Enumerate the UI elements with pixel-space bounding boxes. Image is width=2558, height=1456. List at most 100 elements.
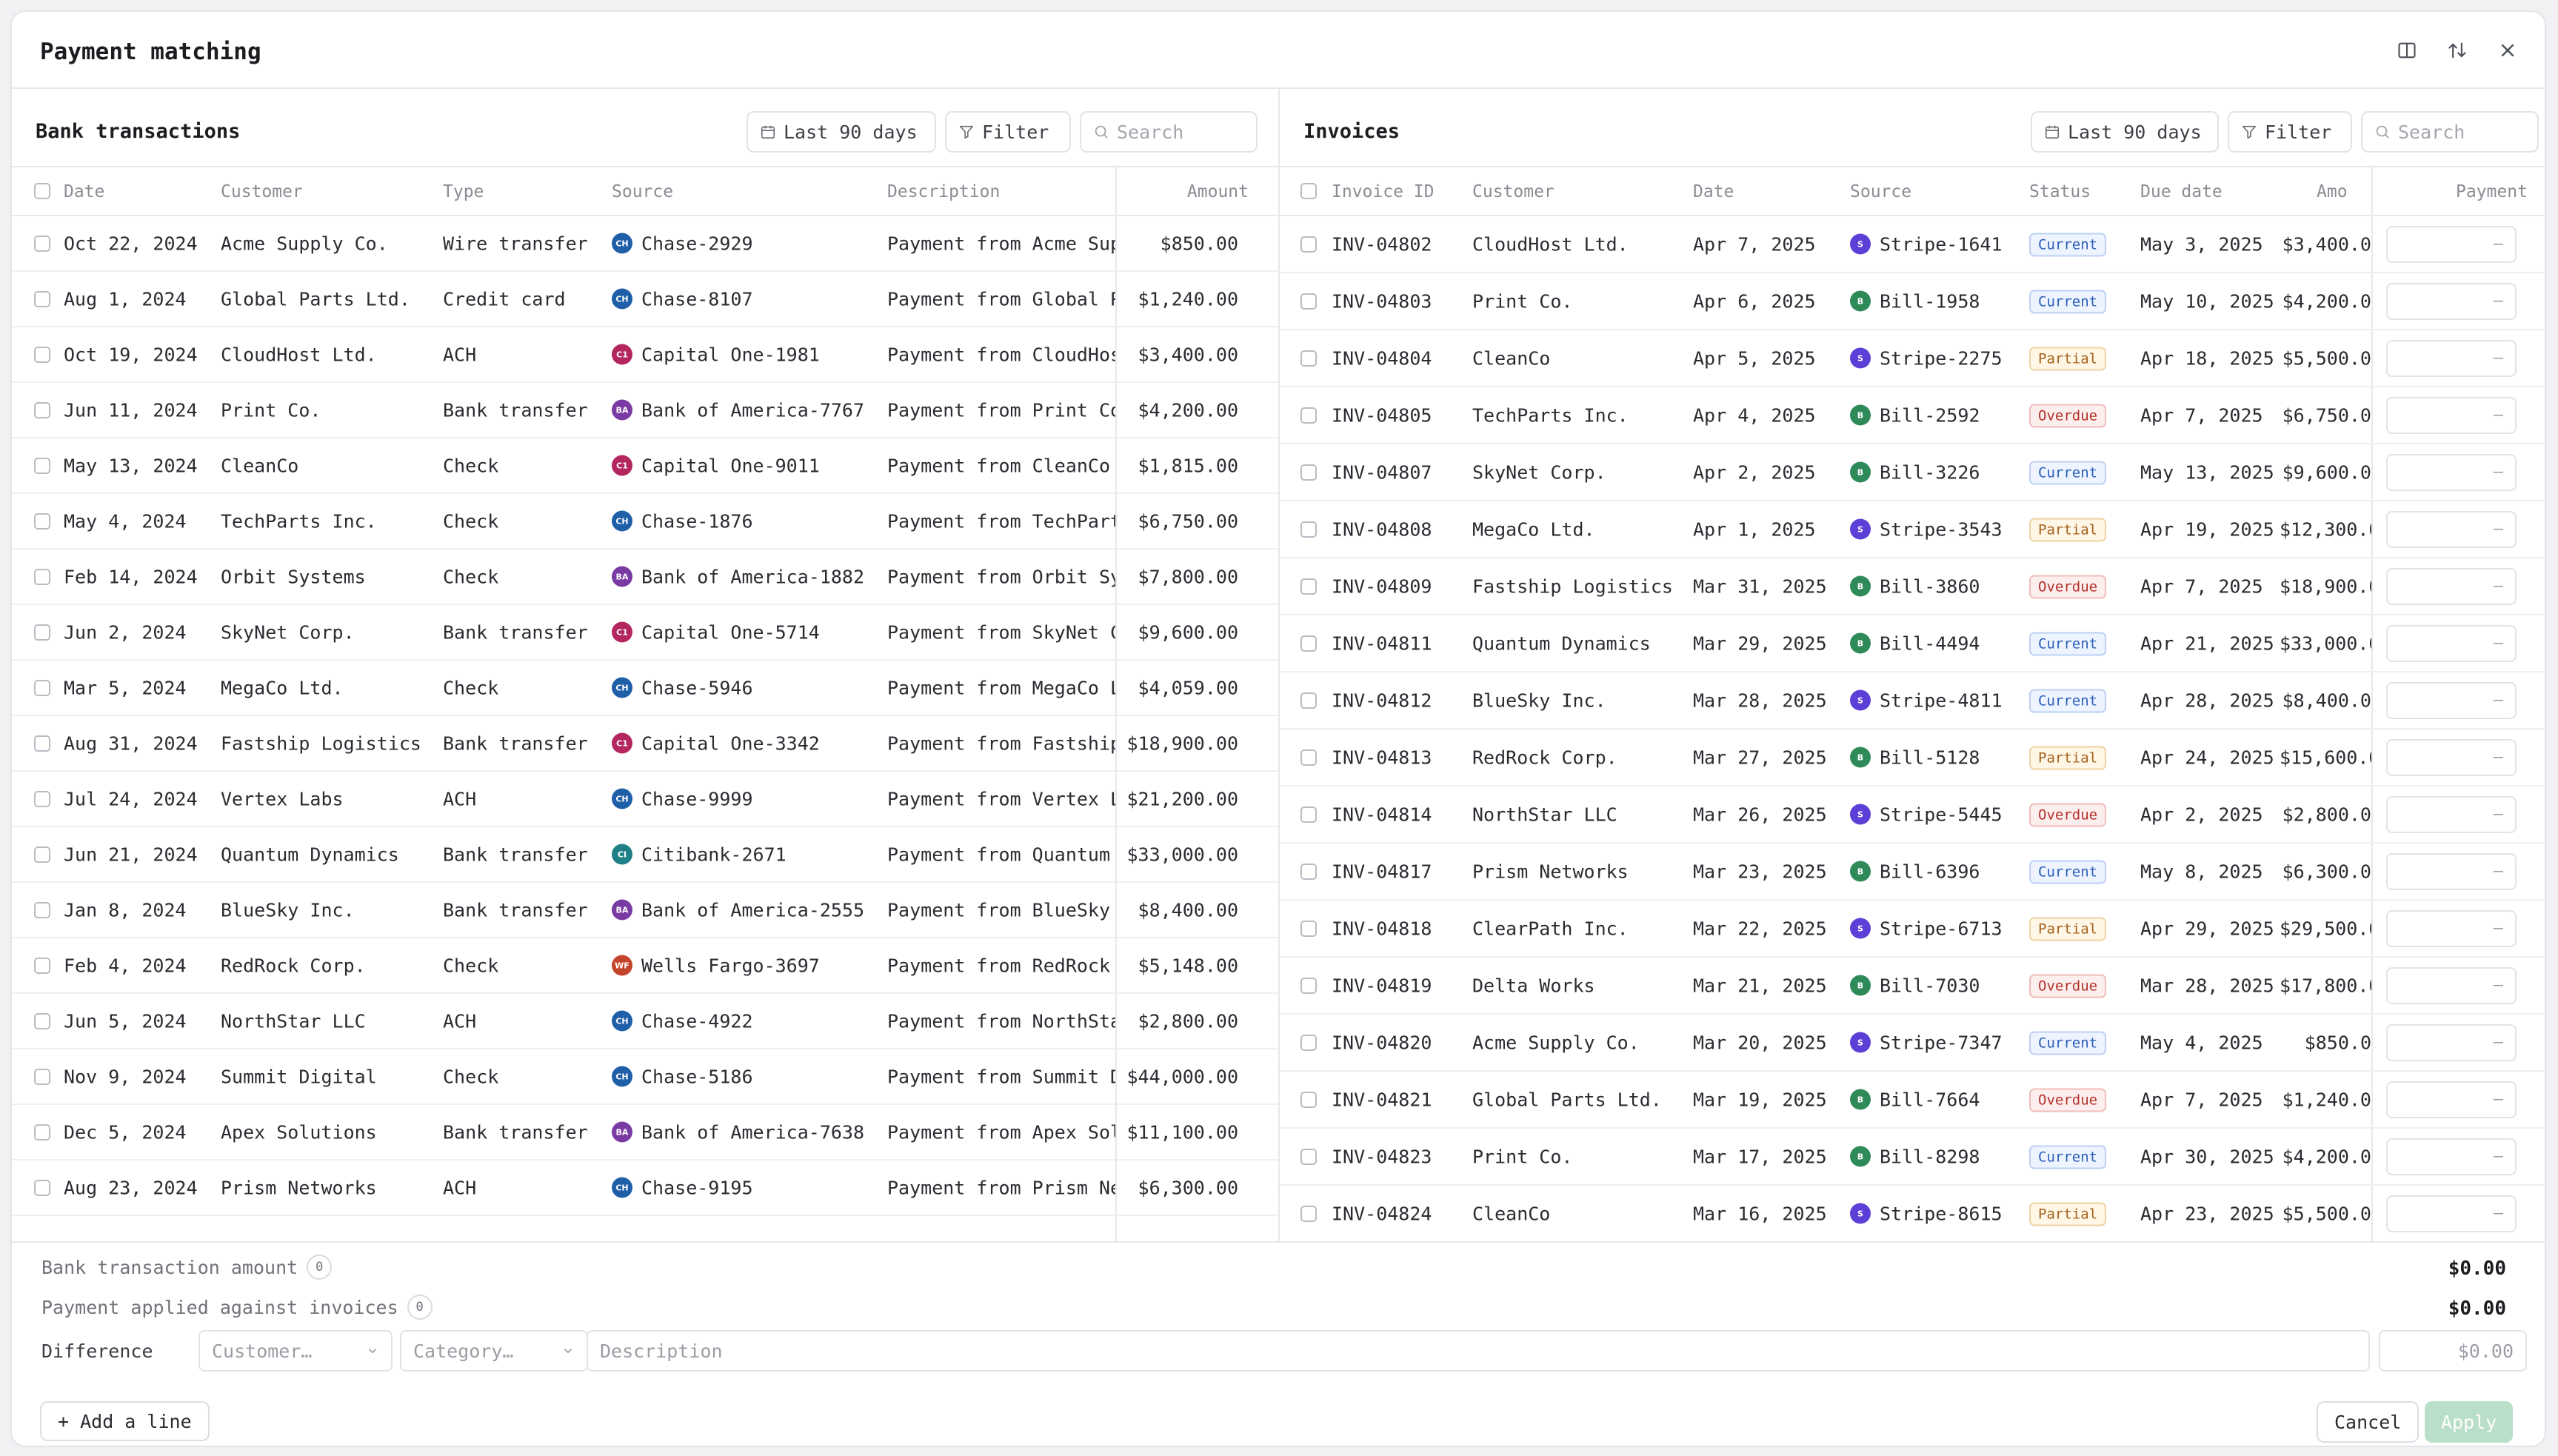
payment-input[interactable]: — [2386,1023,2517,1061]
table-row[interactable]: INV-04807 SkyNet Corp. Apr 2, 2025 B Bill-32… [1280,444,2545,501]
row-checkbox[interactable] [34,846,50,863]
row-checkbox[interactable] [34,624,50,641]
filter-button[interactable]: Filter [945,111,1071,153]
table-row[interactable]: May 4, 2024 TechParts Inc. Check CH Chase-18… [12,494,1278,550]
add-line-button[interactable]: + Add a line [40,1401,210,1441]
table-row[interactable]: Jun 5, 2024 NorthStar LLC ACH CH Chase-4922 P… [12,994,1278,1049]
payment-input[interactable]: — [2386,396,2517,434]
table-row[interactable]: Jun 11, 2024 Print Co. Bank transfer BA Bank… [12,383,1278,438]
payment-input[interactable]: — [2386,795,2517,833]
close-icon[interactable] [2494,37,2521,64]
column-payment[interactable]: Payment [2456,182,2528,201]
row-checkbox[interactable] [34,957,50,974]
payment-input[interactable]: — [2386,624,2517,662]
column-status[interactable]: Status [2029,182,2091,201]
row-checkbox[interactable] [1300,1034,1317,1051]
table-row[interactable]: INV-04813 RedRock Corp. Mar 27, 2025 B Bill-… [1280,729,2545,787]
table-row[interactable]: INV-04823 Print Co. Mar 17, 2025 B Bill-8298… [1280,1129,2545,1186]
row-checkbox[interactable] [34,1179,50,1196]
payment-input[interactable]: — [2386,852,2517,890]
column-customer[interactable]: Customer [221,182,303,201]
table-row[interactable]: Feb 4, 2024 RedRock Corp. Check WF Wells Far… [12,938,1278,994]
payment-input[interactable]: — [2386,225,2517,263]
table-row[interactable]: Jan 8, 2024 BlueSky Inc. Bank transfer BA Ba… [12,883,1278,938]
row-checkbox[interactable] [1300,692,1317,709]
table-row[interactable]: Oct 19, 2024 CloudHost Ltd. ACH C1 Capital O… [12,327,1278,383]
select-all-invoices-checkbox[interactable] [1300,183,1317,199]
table-row[interactable]: Jul 24, 2024 Vertex Labs ACH CH Chase-9999 Pa… [12,772,1278,827]
row-checkbox[interactable] [1300,1205,1317,1222]
row-checkbox[interactable] [34,235,50,252]
table-row[interactable]: May 13, 2024 CleanCo Check C1 Capital One-90… [12,438,1278,494]
table-row[interactable]: Aug 1, 2024 Global Parts Ltd. Credit card C… [12,272,1278,327]
column-source[interactable]: Source [1850,182,1911,201]
row-checkbox[interactable] [1300,578,1317,595]
column-date[interactable]: Date [64,182,104,201]
row-checkbox[interactable] [1300,977,1317,994]
cancel-button[interactable]: Cancel [2317,1401,2420,1443]
table-row[interactable]: Feb 14, 2024 Orbit Systems Check BA Bank of … [12,550,1278,605]
column-amount[interactable]: Amount [1187,182,1249,201]
table-row[interactable]: INV-04808 MegaCo Ltd. Apr 1, 2025 S Stripe-3… [1280,501,2545,558]
table-row[interactable]: Oct 22, 2024 Acme Supply Co. Wire transfer… [12,216,1278,272]
invoice-filter-button[interactable]: Filter [2228,111,2352,153]
payment-input[interactable]: — [2386,453,2517,491]
row-checkbox[interactable] [34,512,50,530]
payment-input[interactable]: — [2386,681,2517,719]
row-checkbox[interactable] [1300,350,1317,367]
row-checkbox[interactable] [1300,749,1317,766]
invoice-search-input[interactable]: Search [2361,111,2539,153]
table-row[interactable]: INV-04814 NorthStar LLC Mar 26, 2025 S Strip… [1280,787,2545,844]
row-checkbox[interactable] [1300,521,1317,538]
difference-amount-input[interactable]: $0.00 [2379,1330,2527,1372]
table-row[interactable]: Aug 23, 2024 Prism Networks ACH CH Chase-919… [12,1161,1278,1216]
customer-select[interactable]: Customer… [198,1330,393,1372]
table-row[interactable]: INV-04818 ClearPath Inc. Mar 22, 2025 S Stri… [1280,901,2545,958]
table-row[interactable]: INV-04820 Acme Supply Co. Mar 20, 2025 S Str… [1280,1015,2545,1072]
row-checkbox[interactable] [1300,806,1317,823]
row-checkbox[interactable] [34,1123,50,1141]
payment-input[interactable]: — [2386,966,2517,1004]
table-row[interactable]: Nov 9, 2024 Summit Digital Check CH Chase-51… [12,1049,1278,1105]
column-amount[interactable]: Amo [2317,182,2348,201]
row-checkbox[interactable] [1300,407,1317,424]
row-checkbox[interactable] [1300,236,1317,253]
table-row[interactable]: INV-04824 CleanCo Mar 16, 2025 S Stripe-8615… [1280,1186,2545,1241]
payment-input[interactable]: — [2386,339,2517,377]
column-date[interactable]: Date [1693,182,1734,201]
table-row[interactable]: INV-04804 CleanCo Apr 5, 2025 S Stripe-2275 P… [1280,330,2545,387]
row-checkbox[interactable] [34,401,50,418]
table-row[interactable]: INV-04802 CloudHost Ltd. Apr 7, 2025 S Strip… [1280,216,2545,273]
payment-input[interactable]: — [2386,1081,2517,1118]
table-row[interactable]: Mar 5, 2024 MegaCo Ltd. Check CH Chase-5946 P… [12,661,1278,716]
column-due-date[interactable]: Due date [2140,182,2223,201]
column-description[interactable]: Description [887,182,1000,201]
row-checkbox[interactable] [34,790,50,807]
row-checkbox[interactable] [34,457,50,474]
table-row[interactable]: INV-04817 Prism Networks Mar 23, 2025 B Bill… [1280,844,2545,901]
payment-input[interactable]: — [2386,738,2517,776]
payment-input[interactable]: — [2386,909,2517,947]
column-customer[interactable]: Customer [1472,182,1554,201]
table-row[interactable]: INV-04821 Global Parts Ltd. Mar 19, 2025 B B… [1280,1072,2545,1129]
row-checkbox[interactable] [1300,635,1317,652]
row-checkbox[interactable] [34,1012,50,1029]
row-checkbox[interactable] [34,1068,50,1085]
category-select[interactable]: Category… [400,1330,588,1372]
row-checkbox[interactable] [1300,920,1317,937]
payment-input[interactable]: — [2386,1195,2517,1232]
table-row[interactable]: Jun 21, 2024 Quantum Dynamics Bank transfe… [12,827,1278,883]
table-row[interactable]: INV-04809 Fastship Logistics Mar 31, 2025 B… [1280,558,2545,615]
search-input[interactable]: Search [1080,111,1258,153]
table-row[interactable]: Aug 31, 2024 Fastship Logistics Bank trans… [12,716,1278,772]
swap-sort-icon[interactable] [2444,37,2471,64]
payment-input[interactable]: — [2386,1138,2517,1175]
table-row[interactable]: INV-04805 TechParts Inc. Apr 4, 2025 B Bill-… [1280,387,2545,444]
row-checkbox[interactable] [34,290,50,307]
payment-input[interactable]: — [2386,567,2517,605]
row-checkbox[interactable] [34,735,50,752]
split-view-icon[interactable] [2394,37,2420,64]
row-checkbox[interactable] [34,679,50,696]
row-checkbox[interactable] [1300,464,1317,481]
table-row[interactable]: INV-04803 Print Co. Apr 6, 2025 B Bill-1958 C… [1280,273,2545,330]
